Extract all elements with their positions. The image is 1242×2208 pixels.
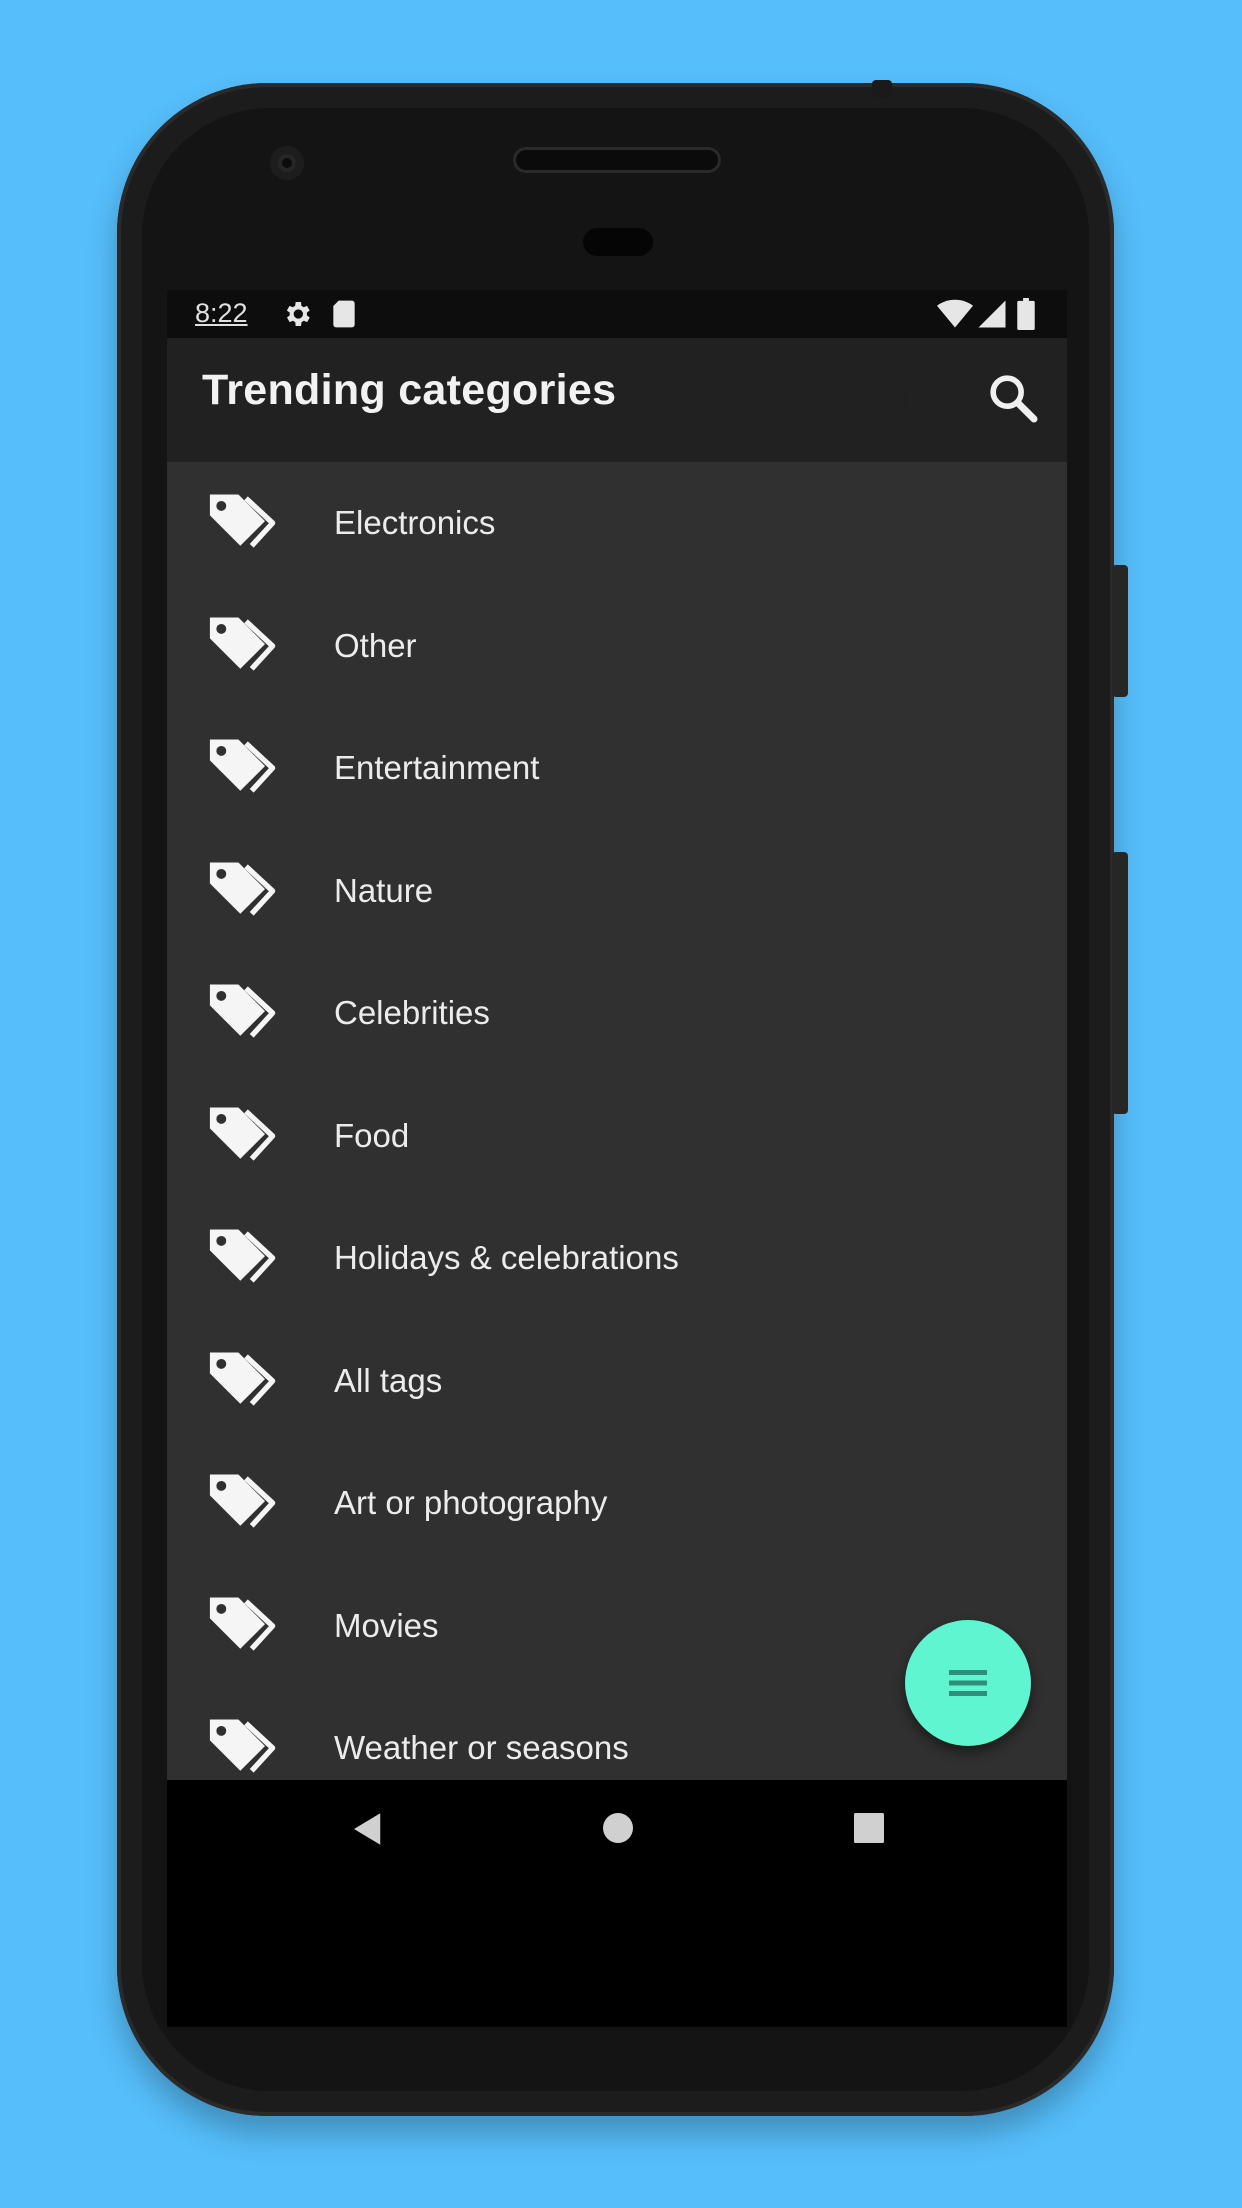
- app-bar: Trending categories: [167, 338, 1067, 462]
- tag-icon: [209, 1352, 276, 1406]
- category-label: Electronics: [334, 504, 496, 541]
- menu-lines-icon: [949, 1670, 987, 1696]
- category-label: Other: [334, 626, 417, 664]
- category-item[interactable]: All tags: [167, 1320, 1067, 1443]
- category-label: All tags: [334, 1361, 443, 1399]
- navigation-bar: [167, 1780, 1067, 1877]
- category-label: Food: [334, 1116, 410, 1154]
- tag-icon: [209, 739, 276, 793]
- category-item[interactable]: Other: [167, 585, 1067, 708]
- phone-chin: [167, 1877, 1067, 2027]
- phone-power-button: [1112, 565, 1128, 697]
- tag-icon: [209, 1474, 276, 1528]
- tag-icon: [209, 1229, 276, 1283]
- category-item[interactable]: Entertainment: [167, 707, 1067, 830]
- category-label: Holidays & celebrations: [334, 1239, 679, 1276]
- earpiece-speaker: [516, 150, 718, 170]
- search-icon: [990, 375, 1038, 423]
- category-label: Weather or seasons: [334, 1729, 629, 1766]
- back-icon[interactable]: [347, 1808, 389, 1850]
- category-label: Art or photography: [334, 1484, 608, 1521]
- category-label: Entertainment: [334, 749, 540, 786]
- tag-icon: [209, 1719, 276, 1773]
- phone-top-button: [872, 80, 892, 98]
- page-title: Trending categories: [202, 366, 617, 414]
- tag-icon: [209, 494, 276, 548]
- menu-fab-button[interactable]: [905, 1620, 1031, 1746]
- tag-icon: [209, 617, 276, 671]
- tag-icon: [209, 862, 276, 916]
- category-item[interactable]: Food: [167, 1075, 1067, 1198]
- recents-icon[interactable]: [849, 1808, 889, 1848]
- category-label: Movies: [334, 1606, 439, 1644]
- category-item[interactable]: Electronics: [167, 462, 1067, 585]
- category-item[interactable]: Holidays & celebrations: [167, 1197, 1067, 1320]
- front-camera: [270, 146, 304, 180]
- category-label: Nature: [334, 871, 434, 909]
- proximity-sensor: [583, 228, 653, 256]
- gear-icon: [286, 302, 310, 326]
- wifi-icon: [937, 299, 973, 328]
- tag-icon: [209, 1107, 276, 1161]
- battery-icon: [1017, 298, 1035, 330]
- signal-icon: [978, 300, 1006, 328]
- moon-icon: [887, 378, 912, 426]
- screen: 8:22 Trending categories Electronics Oth…: [167, 290, 1067, 1877]
- phone-volume-button: [1112, 852, 1128, 1114]
- sd-card-icon: [333, 300, 355, 328]
- category-item[interactable]: Celebrities: [167, 952, 1067, 1075]
- search-button[interactable]: [985, 370, 1049, 434]
- category-list: Electronics Other Entertainment Nature C…: [167, 462, 1067, 1810]
- category-item[interactable]: Nature: [167, 830, 1067, 953]
- tag-icon: [209, 984, 276, 1038]
- category-item[interactable]: Art or photography: [167, 1442, 1067, 1565]
- category-label: Celebrities: [334, 994, 490, 1031]
- tag-icon: [209, 1597, 276, 1651]
- status-bar: 8:22: [167, 290, 1067, 338]
- home-icon[interactable]: [598, 1808, 638, 1848]
- theme-toggle-button[interactable]: [863, 370, 927, 434]
- status-time: 8:22: [195, 298, 248, 328]
